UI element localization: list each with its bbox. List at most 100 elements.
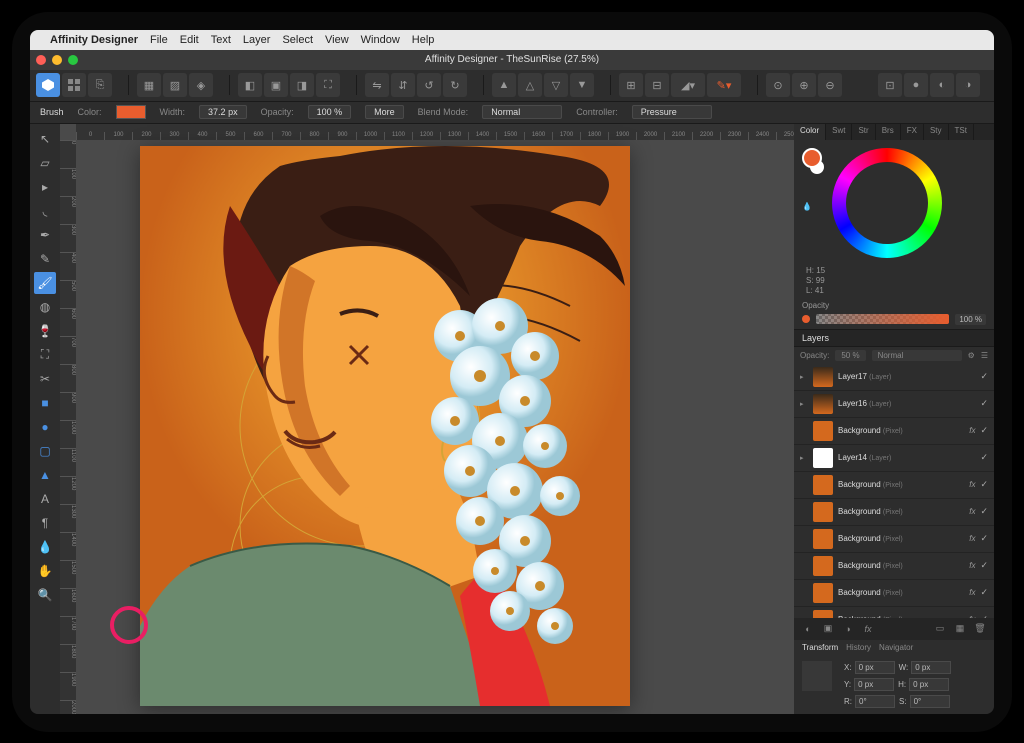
persona-export[interactable]: ⎘ bbox=[88, 73, 112, 97]
layer-row[interactable]: ▸ Layer16 (Layer) ✓ bbox=[794, 391, 994, 418]
visibility-check-icon[interactable]: ✓ bbox=[980, 452, 988, 463]
more-button[interactable]: More bbox=[365, 105, 404, 119]
rounded-rect-tool[interactable]: ▢ bbox=[34, 440, 56, 462]
layer-row[interactable]: Background (Pixel) fx ✓ bbox=[794, 553, 994, 580]
pencil-tool[interactable]: ✎ bbox=[34, 248, 56, 270]
flip-v[interactable]: ⇵ bbox=[391, 73, 415, 97]
corner-tool[interactable]: ◟ bbox=[34, 200, 56, 222]
tab-swatches[interactable]: Swt bbox=[826, 124, 852, 140]
snapping-btn[interactable]: ⊡ bbox=[878, 73, 902, 97]
anchor-widget[interactable] bbox=[802, 661, 832, 691]
insert-target[interactable]: ⊙ bbox=[766, 73, 790, 97]
text-tool[interactable]: A bbox=[34, 488, 56, 510]
persona-pixel[interactable] bbox=[62, 73, 86, 97]
x-field[interactable] bbox=[855, 661, 895, 674]
place-tool[interactable]: ⛶ bbox=[34, 344, 56, 366]
color-wheel[interactable] bbox=[832, 148, 942, 258]
layers-lock-icon[interactable]: ⚙ bbox=[968, 351, 975, 360]
close-window-button[interactable] bbox=[36, 55, 46, 65]
layer-row[interactable]: Background (Pixel) fx ✓ bbox=[794, 607, 994, 618]
layer-fx-icon[interactable]: fx bbox=[860, 621, 876, 637]
rectangle-tool[interactable]: ■ bbox=[34, 392, 56, 414]
layer-group-icon[interactable]: ▭ bbox=[932, 621, 948, 637]
foreground-color[interactable] bbox=[802, 148, 822, 168]
expand-arrow-icon[interactable]: ▸ bbox=[800, 400, 808, 408]
toolbar-btn-3[interactable]: ◈ bbox=[189, 73, 213, 97]
visibility-check-icon[interactable]: ✓ bbox=[980, 587, 988, 598]
ellipse-tool[interactable]: ● bbox=[34, 416, 56, 438]
fill-tool[interactable]: ◍ bbox=[34, 296, 56, 318]
arrange-backward[interactable]: ▽ bbox=[544, 73, 568, 97]
r-field[interactable] bbox=[855, 695, 895, 708]
tab-fx[interactable]: FX bbox=[901, 124, 924, 140]
zoom-window-button[interactable] bbox=[68, 55, 78, 65]
toolbar-dropdown-2[interactable]: ✎▾ bbox=[707, 73, 741, 97]
canvas-viewport[interactable]: 0100200300400500600700800900100011001200… bbox=[60, 124, 794, 714]
visibility-check-icon[interactable]: ✓ bbox=[980, 425, 988, 436]
menu-edit[interactable]: Edit bbox=[180, 34, 199, 46]
tab-styles[interactable]: Sty bbox=[924, 124, 949, 140]
rotate-ccw[interactable]: ↺ bbox=[417, 73, 441, 97]
layer-row[interactable]: Background (Pixel) fx ✓ bbox=[794, 526, 994, 553]
layer-delete-icon[interactable]: 🗑 bbox=[972, 621, 988, 637]
layer-blend-icon[interactable]: ◐ bbox=[800, 621, 816, 637]
s-field[interactable] bbox=[910, 695, 950, 708]
layer-blend-select[interactable]: Normal bbox=[872, 350, 962, 361]
toolbar-dropdown-1[interactable]: ◢▾ bbox=[671, 73, 705, 97]
arrange-back[interactable]: ▼ bbox=[570, 73, 594, 97]
artboard-tool[interactable]: ▱ bbox=[34, 152, 56, 174]
visibility-check-icon[interactable]: ✓ bbox=[980, 398, 988, 409]
menu-text[interactable]: Text bbox=[211, 34, 231, 46]
layer-opacity-value[interactable]: 50 % bbox=[835, 350, 865, 361]
visibility-check-icon[interactable]: ✓ bbox=[980, 479, 988, 490]
color-swatch[interactable] bbox=[116, 105, 146, 119]
insert-inside[interactable]: ⊕ bbox=[792, 73, 816, 97]
y-field[interactable] bbox=[854, 678, 894, 691]
layers-menu-icon[interactable]: ☰ bbox=[981, 351, 988, 360]
visibility-check-icon[interactable]: ✓ bbox=[980, 506, 988, 517]
layer-row[interactable]: ▸ Layer17 (Layer) ✓ bbox=[794, 364, 994, 391]
layer-add-icon[interactable]: ▦ bbox=[952, 621, 968, 637]
layer-row[interactable]: Background (Pixel) fx ✓ bbox=[794, 472, 994, 499]
visibility-check-icon[interactable]: ✓ bbox=[980, 533, 988, 544]
menu-help[interactable]: Help bbox=[412, 34, 435, 46]
h-field[interactable] bbox=[909, 678, 949, 691]
ungroup-btn[interactable]: ⊟ bbox=[645, 73, 669, 97]
expand-arrow-icon[interactable]: ▸ bbox=[800, 454, 808, 462]
visibility-check-icon[interactable]: ✓ bbox=[980, 371, 988, 382]
visibility-check-icon[interactable]: ✓ bbox=[980, 560, 988, 571]
menu-select[interactable]: Select bbox=[282, 34, 313, 46]
blend-select[interactable]: Normal bbox=[482, 105, 562, 119]
menu-file[interactable]: File bbox=[150, 34, 168, 46]
zoom-tool[interactable]: 🔍 bbox=[34, 584, 56, 606]
align-center[interactable]: ▣ bbox=[264, 73, 288, 97]
layer-row[interactable]: ▸ Layer14 (Layer) ✓ bbox=[794, 445, 994, 472]
layer-mask-icon[interactable]: ▣ bbox=[820, 621, 836, 637]
menu-view[interactable]: View bbox=[325, 34, 349, 46]
tab-color[interactable]: Color bbox=[794, 124, 826, 140]
controller-select[interactable]: Pressure bbox=[632, 105, 712, 119]
crop-tool[interactable]: ✂ bbox=[34, 368, 56, 390]
toolbar-btn-2[interactable]: ▨ bbox=[163, 73, 187, 97]
menu-layer[interactable]: Layer bbox=[243, 34, 271, 46]
tab-transform[interactable]: Transform bbox=[802, 643, 838, 652]
group-btn[interactable]: ⊞ bbox=[619, 73, 643, 97]
align-right[interactable]: ◨ bbox=[290, 73, 314, 97]
account-btn[interactable]: ◑ bbox=[956, 73, 980, 97]
opacity-slider[interactable] bbox=[816, 314, 949, 324]
insert-behind[interactable]: ⊖ bbox=[818, 73, 842, 97]
rotate-cw[interactable]: ↻ bbox=[443, 73, 467, 97]
toolbar-btn-1[interactable]: ▦ bbox=[137, 73, 161, 97]
opacity-value-field[interactable]: 100 % bbox=[955, 314, 986, 325]
preview-btn[interactable]: ● bbox=[904, 73, 928, 97]
move-tool[interactable]: ↖ bbox=[34, 128, 56, 150]
persona-designer[interactable] bbox=[36, 73, 60, 97]
node-tool[interactable]: ▸ bbox=[34, 176, 56, 198]
layer-row[interactable]: Background (Pixel) fx ✓ bbox=[794, 418, 994, 445]
width-value[interactable]: 37.2 px bbox=[199, 105, 247, 119]
flip-h[interactable]: ⇋ bbox=[365, 73, 389, 97]
expand-arrow-icon[interactable]: ▸ bbox=[800, 373, 808, 381]
artwork-canvas[interactable] bbox=[140, 146, 630, 706]
align-left[interactable]: ◧ bbox=[238, 73, 262, 97]
brush-tool[interactable]: 🖌 bbox=[34, 272, 56, 294]
